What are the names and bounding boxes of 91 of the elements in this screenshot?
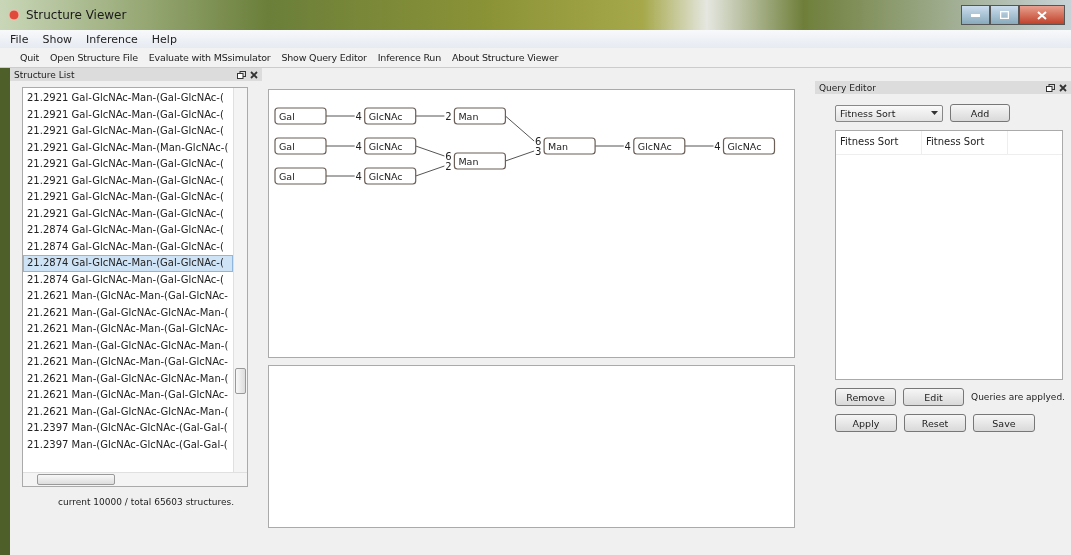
- linkage-label: 4: [624, 140, 631, 152]
- minimize-button[interactable]: [961, 5, 990, 25]
- linkage-label: 4: [714, 140, 721, 152]
- residue-node[interactable]: Man: [543, 137, 596, 155]
- maximize-icon: [1000, 11, 1009, 19]
- list-item[interactable]: 21.2874 Gal-GlcNAc-Man-(Gal-GlcNAc-(: [23, 238, 233, 255]
- connector-line: [325, 175, 356, 177]
- list-item[interactable]: 21.2621 Man-(Gal-GlcNAc-GlcNAc-Man-(: [23, 370, 233, 387]
- list-item[interactable]: 21.2621 Man-(GlcNAc-Man-(Gal-GlcNAc-: [23, 321, 233, 338]
- close-icon[interactable]: [1059, 83, 1067, 92]
- list-item[interactable]: 21.2874 Gal-GlcNAc-Man-(Gal-GlcNAc-(: [23, 271, 233, 288]
- connector-line: [325, 145, 356, 147]
- panel-title: Structure List: [14, 69, 76, 80]
- connector-line: [504, 150, 535, 162]
- float-icon[interactable]: [237, 70, 246, 79]
- action-button[interactable]: Apply: [835, 414, 897, 432]
- list-item[interactable]: 21.2621 Man-(Gal-GlcNAc-GlcNAc-Man-(: [23, 304, 233, 321]
- list-item[interactable]: 21.2921 Gal-GlcNAc-Man-(Gal-GlcNAc-(: [23, 90, 233, 107]
- connector-line: [415, 115, 445, 117]
- list-item[interactable]: 21.2874 Gal-GlcNAc-Man-(Gal-GlcNAc-(: [23, 222, 233, 239]
- residue-node[interactable]: GlcNAc: [633, 137, 686, 155]
- table-cell: Fitness Sort: [836, 131, 922, 154]
- menu-item[interactable]: Help: [151, 32, 177, 46]
- residue-node[interactable]: Man: [453, 107, 506, 125]
- linkage-label: 4: [355, 170, 362, 182]
- query-status: Queries are applyed.: [971, 392, 1065, 402]
- residue-node[interactable]: GlcNAc: [364, 167, 417, 185]
- panel-title: Query Editor: [819, 82, 877, 93]
- list-item[interactable]: 21.2397 Man-(GlcNAc-GlcNAc-(Gal-Gal-(: [23, 436, 233, 453]
- list-item[interactable]: 21.2621 Man-(GlcNAc-Man-(Gal-GlcNAc-: [23, 354, 233, 371]
- list-item[interactable]: 21.2874 Gal-GlcNAc-Man-(Gal-GlcNAc-(: [23, 255, 233, 272]
- menu-item[interactable]: File: [10, 32, 29, 46]
- maximize-button[interactable]: [990, 5, 1019, 25]
- list-item[interactable]: 21.2397 Man-(GlcNAc-GlcNAc-(Gal-Gal-(: [23, 420, 233, 437]
- residue-node[interactable]: Gal: [274, 137, 327, 155]
- close-icon[interactable]: [250, 70, 258, 79]
- minimize-icon: [971, 13, 980, 17]
- list-item[interactable]: 21.2921 Gal-GlcNAc-Man-(Gal-GlcNAc-(: [23, 156, 233, 173]
- action-button[interactable]: Remove: [835, 388, 897, 406]
- list-item[interactable]: 21.2621 Man-(Gal-GlcNAc-GlcNAc-Man-(: [23, 337, 233, 354]
- linkage-label: 3: [534, 145, 542, 157]
- caret-icon: [931, 111, 938, 115]
- list-item[interactable]: 21.2921 Gal-GlcNAc-Man-(Gal-GlcNAc-(: [23, 205, 233, 222]
- list-item[interactable]: 21.2921 Gal-GlcNAc-Man-(Gal-GlcNAc-(: [23, 189, 233, 206]
- connector-line: [415, 165, 445, 177]
- connector-line: [594, 145, 625, 147]
- residue-node[interactable]: GlcNAc: [364, 107, 417, 125]
- toolbar-item[interactable]: About Structure Viewer: [452, 52, 559, 63]
- linkage-label: 4: [355, 110, 362, 122]
- menu-item[interactable]: Show: [42, 32, 73, 46]
- linkage-label: 6: [445, 150, 452, 162]
- connector-line: [684, 145, 714, 147]
- status-text: current 10000 / total 65603 structures.: [58, 497, 236, 507]
- action-button[interactable]: Edit: [903, 388, 965, 406]
- action-button[interactable]: Reset: [904, 414, 966, 432]
- toolbar-item[interactable]: Inference Run: [377, 52, 441, 63]
- close-icon: [1037, 10, 1047, 20]
- connector-line: [415, 145, 445, 157]
- residue-node[interactable]: Gal: [274, 107, 327, 125]
- add-button[interactable]: Add: [950, 104, 1010, 122]
- connector-line: [504, 115, 535, 142]
- toolbar-item[interactable]: Quit: [20, 52, 40, 63]
- window-title: Structure Viewer: [26, 8, 128, 22]
- list-item[interactable]: 21.2621 Man-(GlcNAc-Man-(Gal-GlcNAc-: [23, 387, 233, 404]
- list-item[interactable]: 21.2621 Man-(Gal-GlcNAc-GlcNAc-Man-(: [23, 403, 233, 420]
- list-item[interactable]: 21.2921 Gal-GlcNAc-Man-(Gal-GlcNAc-(: [23, 123, 233, 140]
- linkage-label: 4: [355, 140, 362, 152]
- close-button[interactable]: [1019, 5, 1065, 25]
- toolbar-item[interactable]: Evaluate with MSsimulator: [148, 52, 271, 63]
- residue-node[interactable]: GlcNAc: [364, 137, 417, 155]
- list-item[interactable]: 21.2921 Gal-GlcNAc-Man-(Gal-GlcNAc-(: [23, 106, 233, 123]
- list-item[interactable]: 21.2921 Gal-GlcNAc-Man-(Man-GlcNAc-(: [23, 139, 233, 156]
- menu-item[interactable]: Inference: [86, 32, 138, 46]
- linkage-label: 6: [534, 135, 542, 147]
- query-select[interactable]: Fitness Sort: [835, 104, 943, 122]
- connector-line: [325, 115, 356, 117]
- linkage-label: 2: [445, 160, 452, 172]
- action-button[interactable]: Save: [973, 414, 1035, 432]
- linkage-label: 2: [445, 110, 452, 122]
- float-icon[interactable]: [1046, 83, 1055, 92]
- vertical-scrollbar[interactable]: [233, 88, 247, 472]
- horizontal-scrollbar[interactable]: [23, 472, 247, 486]
- table-cell: Fitness Sort: [922, 131, 1008, 154]
- residue-node[interactable]: Man: [453, 152, 506, 170]
- residue-node[interactable]: GlcNAc: [722, 137, 776, 155]
- residue-node[interactable]: Gal: [274, 167, 327, 185]
- toolbar-item[interactable]: Open Structure File: [50, 52, 138, 63]
- app-icon: [8, 9, 20, 21]
- list-item[interactable]: 21.2921 Gal-GlcNAc-Man-(Gal-GlcNAc-(: [23, 172, 233, 189]
- list-item[interactable]: 21.2621 Man-(GlcNAc-Man-(Gal-GlcNAc-: [23, 288, 233, 305]
- toolbar-item[interactable]: Show Query Editor: [281, 52, 367, 63]
